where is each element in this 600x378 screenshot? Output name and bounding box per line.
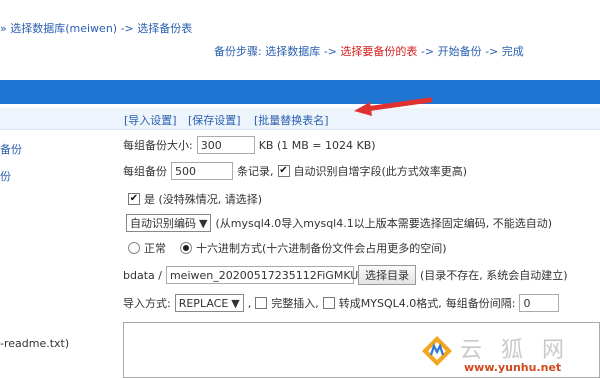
import-method-value: REPLACE	[178, 296, 229, 310]
red-arrow-annotation	[354, 97, 432, 116]
normal-radio[interactable]	[128, 242, 140, 254]
header-bar	[0, 80, 600, 104]
chevron-down-icon: ▼	[199, 216, 208, 230]
complete-insert-label: 完整插入,	[271, 297, 319, 310]
convert-mysql40-checkbox[interactable]	[322, 297, 335, 309]
backup-steps: 备份步骤: 选择数据库 -> 选择要备份的表 -> 开始备份 -> 完成	[214, 43, 524, 59]
left-label-backup: 备份	[0, 143, 22, 156]
settings-tab-bar: [导入设置] [保存设置] [批量替换表名]	[0, 108, 600, 130]
interval-input[interactable]: 0	[519, 294, 560, 312]
records-input[interactable]: 500	[171, 162, 233, 180]
breadcrumb[interactable]: » 选择数据库(meiwen) -> 选择备份表	[0, 20, 192, 36]
chevron-down-icon: ▼	[231, 296, 240, 310]
dir-note: (目录不存在, 系统会自动建立)	[419, 269, 568, 282]
watermark-url: www.yunhu.net	[464, 361, 562, 374]
import-row: 导入方式: REPLACE ▼ , 完整插入, 转成MYSQL4.0格式, 每组…	[123, 294, 560, 312]
complete-insert-checkbox[interactable]	[255, 297, 268, 309]
hex-label: 十六进制方式(十六进制备份文件会占用更多的空间)	[196, 242, 447, 255]
site-watermark: 云 狐 网 www.yunhu.net	[420, 330, 600, 378]
separator-comma: ,	[247, 296, 252, 310]
yes-label: 是 (没特殊情况, 请选择)	[144, 193, 263, 206]
choose-directory-button[interactable]: 选择目录	[357, 265, 416, 285]
yes-row: ✔ 是 (没特殊情况, 请选择)	[128, 191, 262, 207]
import-label: 导入方式:	[123, 297, 171, 310]
dir-prefix: bdata /	[123, 268, 162, 282]
auto-field-checkbox[interactable]: ✔	[277, 165, 290, 177]
records-unit: 条记录,	[237, 165, 274, 178]
auto-field-label: 自动识别自增字段(此方式效率更高)	[293, 165, 468, 178]
backup-size-input[interactable]: 300	[196, 136, 255, 154]
left-label-part: 份	[0, 170, 11, 183]
backup-size-label: 每组备份大小:	[123, 139, 193, 152]
steps-suffix: -> 开始备份 -> 完成	[417, 45, 524, 58]
tab-save-settings[interactable]: [保存设置]	[188, 112, 241, 128]
steps-current: 选择要备份的表	[340, 45, 418, 58]
encoding-select[interactable]: 自动识别编码 ▼	[126, 214, 212, 232]
mode-row: 正常 十六进制方式(十六进制备份文件会占用更多的空间)	[128, 240, 447, 256]
yes-checkbox[interactable]: ✔	[128, 193, 140, 205]
tab-batch-rename-tables[interactable]: [批量替换表名]	[254, 112, 329, 128]
watermark-logo-icon	[422, 336, 452, 366]
encoding-row: 自动识别编码 ▼ (从mysql4.0导入mysql4.1以上版本需要选择固定编…	[126, 214, 552, 232]
watermark-text: 云 狐 网	[460, 338, 570, 363]
encoding-note: (从mysql4.0导入mysql4.1以上版本需要选择固定编码, 不能选自动)	[215, 217, 553, 230]
convert-mysql40-label: 转成MYSQL4.0格式,	[338, 297, 442, 310]
hex-radio[interactable]	[180, 242, 192, 254]
steps-prefix: 备份步骤: 选择数据库 ->	[214, 45, 341, 58]
normal-label: 正常	[144, 242, 166, 255]
directory-row: bdata / meiwen_20200517235112FiGMKU 选择目录…	[123, 265, 568, 285]
interval-label: 每组备份间隔:	[445, 297, 516, 310]
import-method-select[interactable]: REPLACE ▼	[174, 294, 244, 312]
backup-size-row: 每组备份大小: 300 KB (1 MB = 1024 KB)	[123, 136, 376, 154]
records-row: 每组备份 500 条记录, ✔ 自动识别自增字段(此方式效率更高)	[123, 162, 467, 180]
left-label-readme: -readme.txt)	[0, 337, 70, 350]
records-label: 每组备份	[123, 165, 167, 178]
backup-size-unit: KB (1 MB = 1024 KB)	[258, 138, 376, 152]
encoding-select-value: 自动识别编码	[130, 217, 196, 230]
tab-import-settings[interactable]: [导入设置]	[124, 112, 177, 128]
directory-input[interactable]: meiwen_20200517235112FiGMKU	[165, 266, 358, 284]
